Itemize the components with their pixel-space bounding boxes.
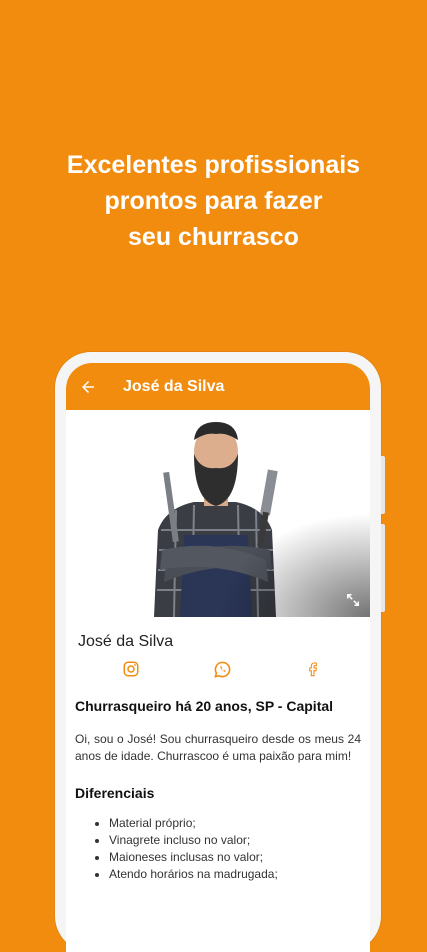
phone-side-button bbox=[381, 456, 385, 514]
phone-mockup: José da Silva José da Silva Churrasqueir… bbox=[55, 352, 385, 952]
promo-headline: Excelentes profissionais prontos para fa… bbox=[0, 147, 427, 255]
facebook-icon[interactable] bbox=[303, 659, 323, 679]
list-item: Material próprio; bbox=[109, 815, 361, 832]
app-bar: José da Silva bbox=[66, 363, 370, 410]
profile-photo[interactable] bbox=[66, 410, 370, 617]
app-bar-title: José da Silva bbox=[123, 377, 225, 395]
instagram-icon[interactable] bbox=[121, 659, 141, 679]
expand-icon[interactable] bbox=[344, 591, 362, 609]
phone-screen: José da Silva José da Silva Churrasqueir… bbox=[66, 363, 370, 952]
chef-photo-illustration bbox=[66, 410, 370, 617]
whatsapp-icon[interactable] bbox=[212, 659, 232, 679]
section-title-diferenciais: Diferenciais bbox=[75, 785, 155, 801]
profile-details: José da Silva Churrasqueiro há 20 anos, … bbox=[66, 633, 370, 883]
social-links bbox=[75, 659, 361, 679]
profile-bio: Oi, sou o José! Sou churrasqueiro desde … bbox=[75, 732, 361, 763]
profile-subtitle: Churrasqueiro há 20 anos, SP - Capital bbox=[75, 698, 334, 714]
list-item: Atendo horários na madrugada; bbox=[109, 866, 361, 883]
phone-volume-button bbox=[381, 524, 385, 612]
diferenciais-list: Material próprio; Vinagrete incluso no v… bbox=[75, 815, 361, 883]
profile-name: José da Silva bbox=[78, 633, 174, 650]
headline-line-3: seu churrasco bbox=[128, 223, 299, 251]
list-item: Maioneses inclusas no valor; bbox=[109, 849, 361, 866]
headline-line-1: Excelentes profissionais bbox=[66, 151, 361, 179]
headline-line-2: prontos para fazer bbox=[104, 187, 323, 215]
arrow-left-icon[interactable] bbox=[78, 377, 98, 397]
list-item: Vinagrete incluso no valor; bbox=[109, 832, 361, 849]
